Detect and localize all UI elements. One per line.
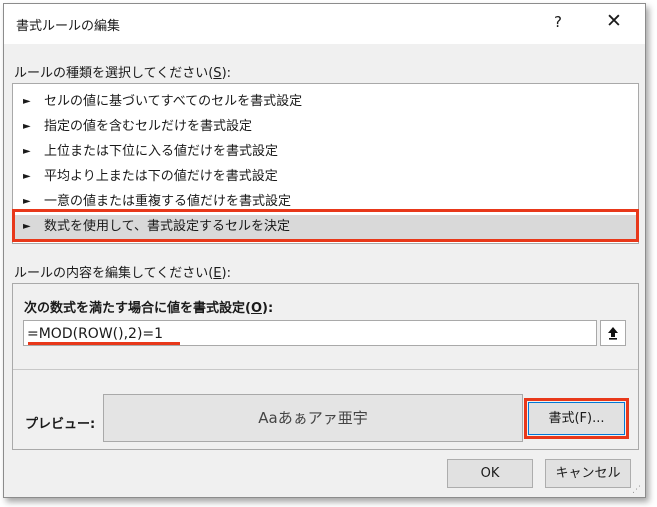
dialog-title: 書式ルールの編集 (16, 19, 121, 34)
edit-format-rule-dialog: 書式ルールの編集 ? ✕ ルールの種類を選択してください(S): ► セルの値に… (3, 3, 646, 498)
triangle-right-icon: ► (23, 96, 31, 107)
rule-type-item-selected[interactable]: ► 数式を使用して、書式設定するセルを決定 (15, 215, 636, 239)
preview-label: プレビュー: (25, 417, 96, 432)
ok-button[interactable]: OK (447, 459, 533, 488)
close-button[interactable]: ✕ (602, 10, 626, 32)
format-button[interactable]: 書式(F)... (528, 402, 625, 435)
triangle-right-icon: ► (23, 171, 31, 182)
arrow-up-icon (608, 326, 618, 340)
triangle-right-icon: ► (23, 146, 31, 157)
rule-type-item[interactable]: ► 指定の値を含むセルだけを書式設定 (15, 115, 636, 139)
cancel-button[interactable]: キャンセル (545, 459, 631, 488)
preview-box: Aaあぁアァ亜宇 (103, 394, 523, 442)
triangle-right-icon: ► (23, 196, 31, 207)
rule-type-item[interactable]: ► 上位または下位に入る値だけを書式設定 (15, 140, 636, 164)
rule-type-item[interactable]: ► 平均より上または下の値だけを書式設定 (15, 165, 636, 189)
divider (13, 369, 638, 370)
triangle-right-icon: ► (23, 221, 31, 232)
rule-type-list[interactable]: ► セルの値に基づいてすべてのセルを書式設定 ► 指定の値を含むセルだけを書式設… (12, 83, 639, 244)
rule-type-item[interactable]: ► 一意の値または重複する値だけを書式設定 (15, 190, 636, 214)
rule-edit-label: ルールの内容を編集してください(E): (14, 266, 231, 281)
resize-grip-icon[interactable]: ⋰ (632, 485, 641, 495)
title-bar[interactable]: 書式ルールの編集 ? ✕ (4, 4, 645, 44)
help-button[interactable]: ? (548, 13, 568, 31)
triangle-right-icon: ► (23, 121, 31, 132)
formula-label: 次の数式を満たす場合に値を書式設定(O): (24, 301, 274, 316)
rule-type-item[interactable]: ► セルの値に基づいてすべてのセルを書式設定 (15, 90, 636, 114)
collapse-dialog-button[interactable] (600, 320, 626, 346)
formula-highlight-underline (28, 342, 180, 345)
rule-type-label: ルールの種類を選択してください(S): (14, 66, 232, 81)
